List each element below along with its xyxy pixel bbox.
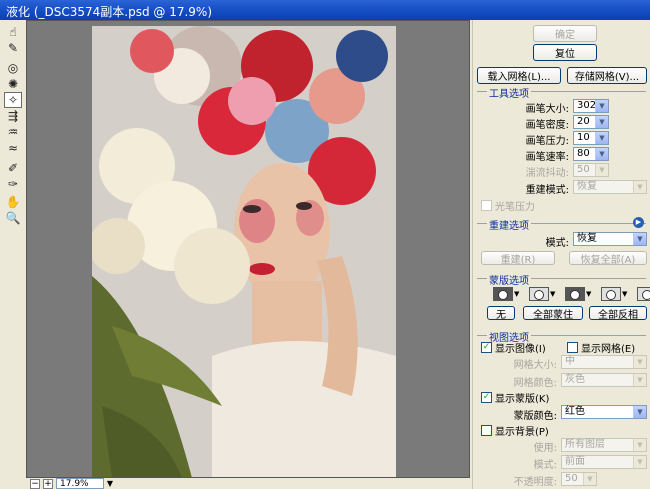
chevron-down-icon[interactable]: ▼ <box>633 181 646 193</box>
mesh-size-select[interactable]: 中 ▼ <box>561 355 647 369</box>
tool-strip: ☝ ✎ ◎ ✺ ✧ ⇶ ♒ ≈ ✐ ✑ ✋ 🔍 <box>0 20 26 489</box>
brush-size-input[interactable]: 302 ▼ <box>573 99 609 113</box>
load-mesh-button[interactable]: 载入网格(L)... <box>477 67 561 84</box>
opacity-label: 不透明度: <box>513 477 557 488</box>
reconstruct-icon[interactable]: ✎ <box>4 40 22 56</box>
chevron-down-icon[interactable]: ▼ <box>595 116 608 128</box>
intersect-selection-icon[interactable]: ▼ <box>601 287 629 301</box>
show-backdrop-checkbox[interactable]: 显示背景(P) <box>481 423 549 438</box>
brush-density-label: 画笔密度: <box>525 120 569 131</box>
mask-color-select[interactable]: 红色 ▼ <box>561 405 647 419</box>
add-to-selection-icon[interactable]: ▼ <box>529 287 557 301</box>
status-bar: − + 17.9% ▼ <box>26 478 470 489</box>
zoom-in-button[interactable]: + <box>43 478 53 489</box>
reconstruct-button[interactable]: 重建(R) <box>481 251 555 266</box>
backdrop-mode-label: 模式: <box>533 460 557 471</box>
invert-selection-icon[interactable]: ▼ <box>637 287 650 301</box>
turbulence-icon[interactable]: ≈ <box>4 140 22 156</box>
mask-operations: ▼ ▼ ▼ ▼ ▼ <box>493 287 650 301</box>
show-image-checkbox[interactable]: ✓ 显示图像(I) <box>481 340 546 355</box>
pucker-icon[interactable]: ✺ <box>4 76 22 92</box>
mask-options-title: 蒙版选项 <box>487 272 531 287</box>
preview-image <box>92 26 396 477</box>
chevron-down-icon[interactable]: ▼ <box>633 406 646 418</box>
reconstruct-mode-label2: 模式: <box>545 238 569 249</box>
mask-all-button[interactable]: 全部蒙住 <box>523 306 583 321</box>
tool-options-title: 工具选项 <box>487 85 531 100</box>
reconstruct-mode-label: 重建模式: <box>525 185 569 196</box>
brush-rate-input[interactable]: 80 ▼ <box>573 147 609 161</box>
chevron-down-icon[interactable]: ▼ <box>633 233 646 245</box>
options-panel: 确定 复位 载入网格(L)... 存储网格(V)... 工具选项 画笔大小: 3… <box>472 20 650 489</box>
show-mesh-checkbox[interactable]: 显示网格(E) <box>567 340 635 355</box>
save-mesh-button[interactable]: 存储网格(V)... <box>567 67 647 84</box>
mask-none-button[interactable]: 无 <box>487 306 515 321</box>
chevron-down-icon[interactable]: ▼ <box>595 132 608 144</box>
turbulent-jitter-input[interactable]: 50 ▼ <box>573 163 609 177</box>
thaw-mask-icon[interactable]: ✑ <box>4 176 22 192</box>
chevron-down-icon[interactable]: ▼ <box>595 148 608 160</box>
reconstruct-mode-select[interactable]: 恢复 ▼ <box>573 180 647 194</box>
reconstruct-options-mode-select[interactable]: 恢复 ▼ <box>573 232 647 246</box>
mesh-size-label: 网格大小: <box>513 360 557 371</box>
brush-density-input[interactable]: 20 ▼ <box>573 115 609 129</box>
restore-all-button[interactable]: 恢复全部(A) <box>569 251 647 266</box>
freeze-mask-icon[interactable]: ✐ <box>4 160 22 176</box>
subtract-from-selection-icon[interactable]: ▼ <box>565 287 593 301</box>
window-title-bar[interactable]: 液化 (_DSC3574副本.psd @ 17.9%) <box>0 0 650 20</box>
mesh-color-label: 网格颜色: <box>513 378 557 389</box>
invert-all-button[interactable]: 全部反相 <box>589 306 647 321</box>
chevron-down-icon[interactable]: ▼ <box>633 374 646 386</box>
bloat-icon[interactable]: ✧ <box>4 92 22 108</box>
chevron-down-icon: ▼ <box>106 479 113 488</box>
brush-size-label: 画笔大小: <box>525 104 569 115</box>
use-select[interactable]: 所有图层 ▼ <box>561 438 647 452</box>
mirror-icon[interactable]: ♒ <box>4 124 22 140</box>
chevron-down-icon[interactable]: ▼ <box>595 164 608 176</box>
zoom-icon[interactable]: 🔍 <box>4 210 22 226</box>
brush-pressure-input[interactable]: 10 ▼ <box>573 131 609 145</box>
show-mask-checkbox[interactable]: ✓ 显示蒙版(K) <box>481 390 549 405</box>
forward-warp-icon[interactable]: ☝ <box>4 24 22 40</box>
turbulent-jitter-label: 湍流抖动: <box>525 168 569 179</box>
ok-button[interactable]: 确定 <box>533 25 597 42</box>
mask-color-label: 蒙版颜色: <box>513 411 557 422</box>
backdrop-mode-select[interactable]: 前面 ▼ <box>561 455 647 469</box>
window-title: 液化 (_DSC3574副本.psd @ 17.9%) <box>6 5 213 19</box>
preview-canvas[interactable] <box>26 20 470 478</box>
chevron-down-icon[interactable]: ▼ <box>633 356 646 368</box>
zoom-out-button[interactable]: − <box>30 478 40 489</box>
use-label: 使用: <box>533 443 557 454</box>
chevron-down-icon[interactable]: ▼ <box>633 456 646 468</box>
replace-selection-icon[interactable]: ▼ <box>493 287 521 301</box>
reconstruct-menu-icon[interactable]: ▶ <box>633 217 644 228</box>
brush-rate-label: 画笔速率: <box>525 152 569 163</box>
reconstruct-options-title: 重建选项 <box>487 217 531 232</box>
push-left-icon[interactable]: ⇶ <box>4 108 22 124</box>
opacity-input[interactable]: 50 ▼ <box>561 472 597 486</box>
chevron-down-icon[interactable]: ▼ <box>583 473 596 485</box>
zoom-level-select[interactable]: 17.9% ▼ <box>56 478 113 489</box>
hand-icon[interactable]: ✋ <box>4 194 22 210</box>
reset-button[interactable]: 复位 <box>533 44 597 61</box>
brush-pressure-label: 画笔压力: <box>525 136 569 147</box>
stylus-pressure-checkbox[interactable]: 光笔压力 <box>481 198 535 213</box>
zoom-level: 17.9% <box>60 479 89 489</box>
chevron-down-icon[interactable]: ▼ <box>633 439 646 451</box>
mesh-color-select[interactable]: 灰色 ▼ <box>561 373 647 387</box>
twirl-icon[interactable]: ◎ <box>4 60 22 76</box>
chevron-down-icon[interactable]: ▼ <box>595 100 608 112</box>
